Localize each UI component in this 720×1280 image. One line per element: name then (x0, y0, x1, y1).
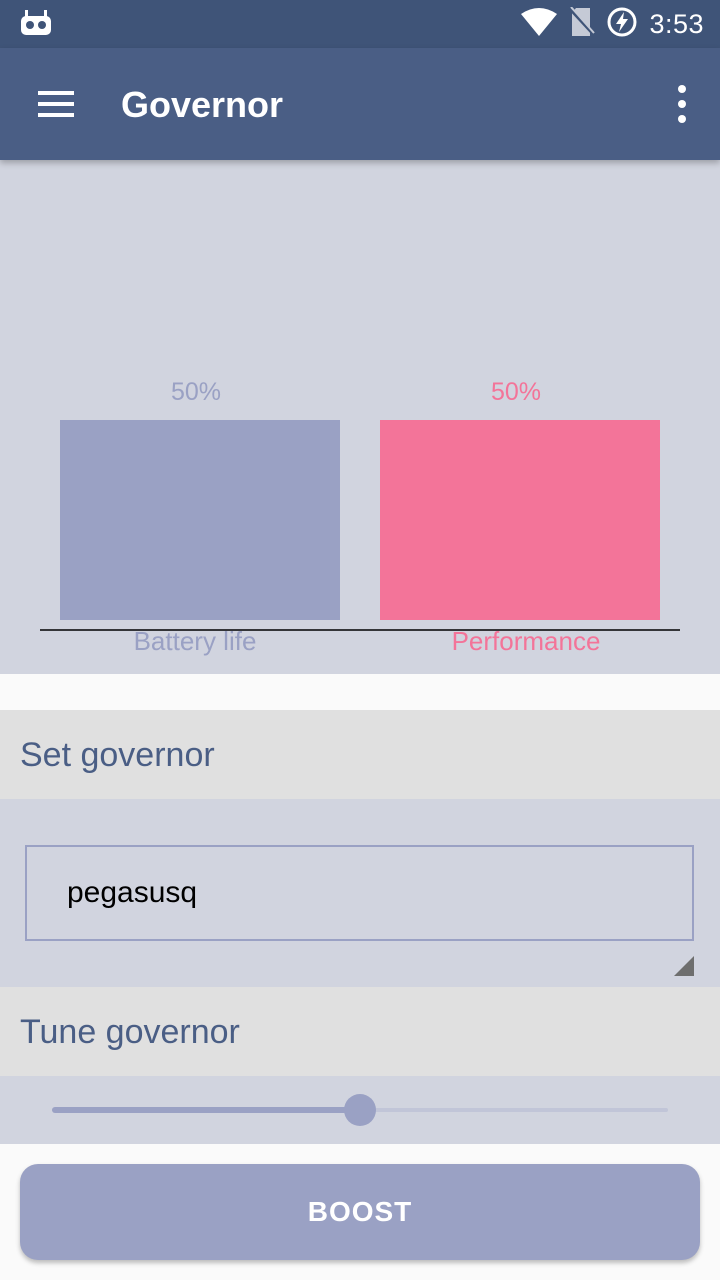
app-bar: Governor (0, 48, 720, 160)
page-title: Governor (121, 84, 284, 125)
governor-balance-chart: 50% Battery life 50% Performance (0, 160, 720, 674)
status-bar: 3:53 (0, 0, 720, 48)
battery-charging-icon (607, 7, 637, 42)
slider-thumb[interactable] (344, 1094, 376, 1126)
no-sim-icon (569, 5, 596, 42)
set-governor-title: Set governor (20, 736, 215, 774)
dropdown-corner-icon (674, 921, 694, 976)
governor-select[interactable]: pegasusq (25, 845, 694, 976)
chart-svg: 50%Battery life50%Performance (40, 378, 680, 656)
tune-governor-section (0, 1076, 720, 1144)
bar-battery-life (60, 420, 340, 620)
clock: 3:53 (649, 8, 704, 39)
set-governor-section: pegasusq (0, 799, 720, 987)
governor-value: pegasusq (67, 876, 198, 909)
hamburger-menu-icon[interactable] (34, 86, 78, 122)
set-governor-header: Set governor (0, 710, 720, 799)
slider-track-fill (52, 1107, 360, 1113)
tune-governor-title: Tune governor (20, 1013, 240, 1051)
bar-value-label: 50% (171, 378, 221, 406)
more-vertical-icon[interactable] (674, 84, 690, 124)
status-icons: 3:53 (521, 5, 704, 42)
tune-governor-header: Tune governor (0, 987, 720, 1076)
divider (0, 674, 720, 710)
bot-icon (20, 10, 52, 41)
bar-performance (380, 420, 660, 620)
tune-slider[interactable] (52, 1094, 668, 1126)
boost-button[interactable]: BOOST (20, 1164, 700, 1260)
bar-value-label: 50% (491, 378, 541, 406)
wifi-icon (521, 7, 558, 41)
